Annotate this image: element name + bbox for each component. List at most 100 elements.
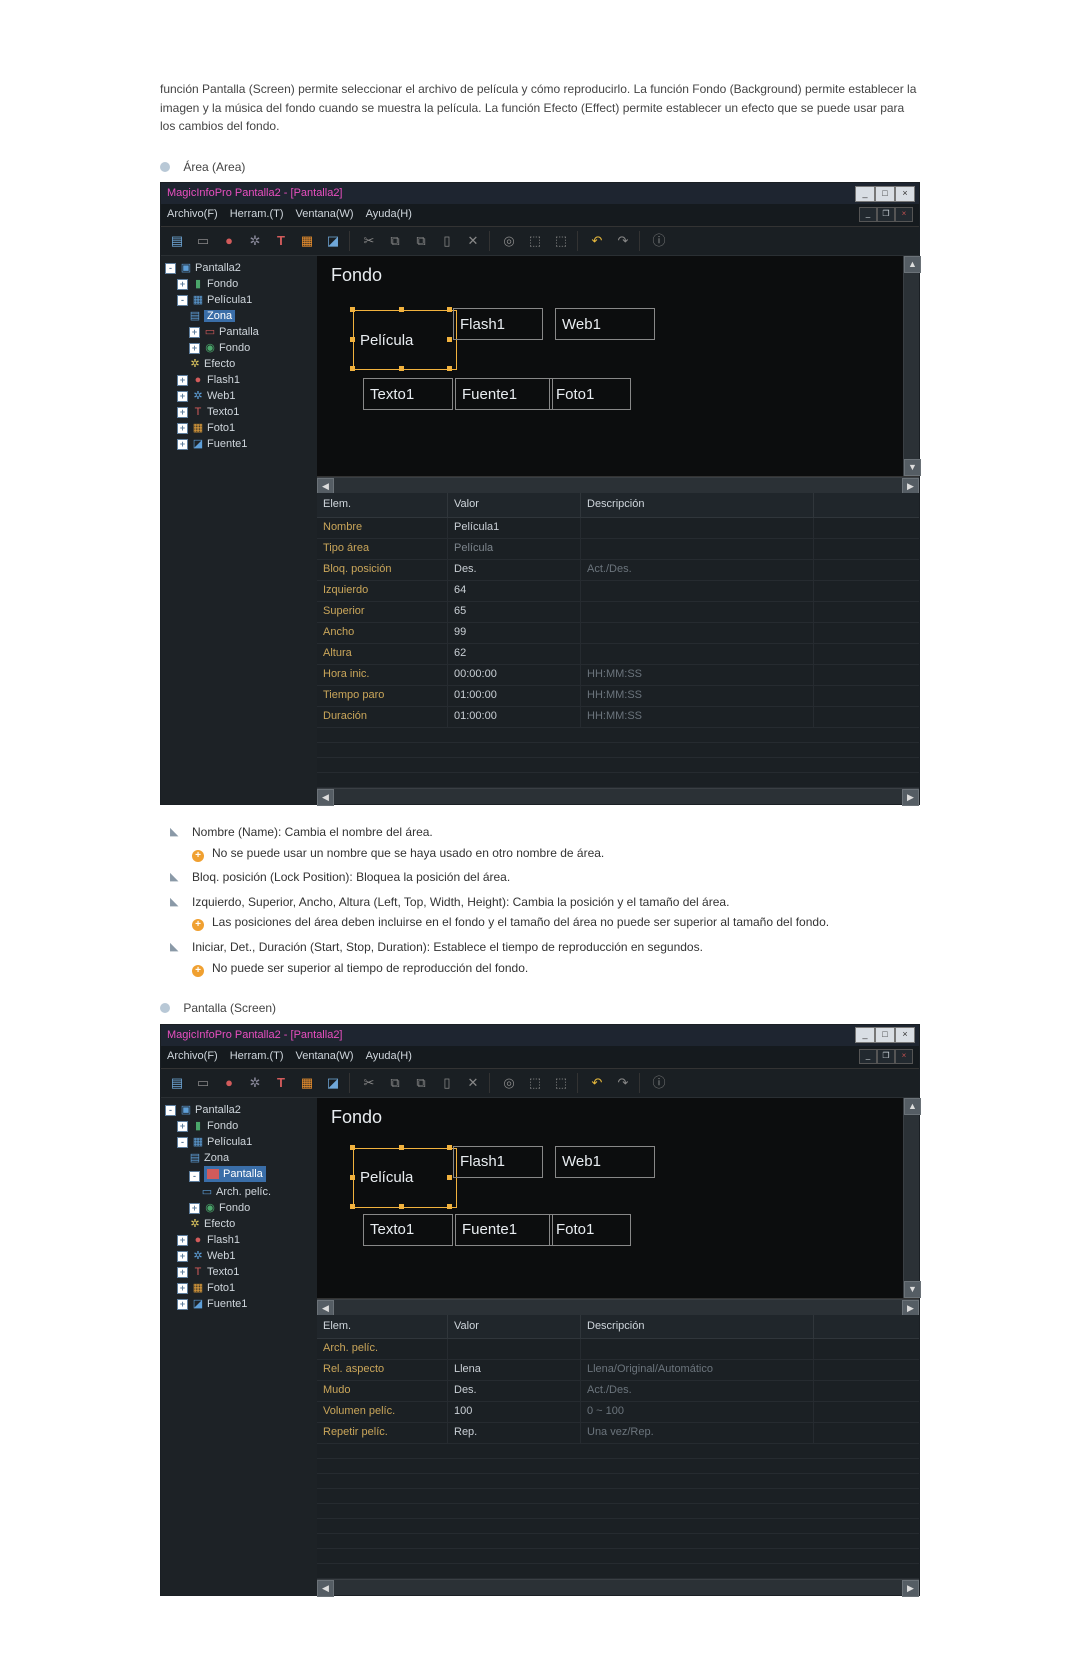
tool-text-icon[interactable]: T [269,1072,293,1094]
canvas-box-texto1[interactable]: Texto1 [363,378,453,410]
grid-row[interactable]: Volumen pelíc.1000 ~ 100 [317,1402,919,1423]
menu-file[interactable]: Archivo(F) [167,206,218,223]
grid-row[interactable]: MudoDes.Act./Des. [317,1381,919,1402]
mdi-close-button[interactable]: × [895,207,913,222]
tree-item[interactable]: +◪Fuente1 [165,436,315,452]
scroll-up-icon[interactable]: ▲ [904,1098,921,1115]
canvas-box-fuente1[interactable]: Fuente1 [455,378,553,410]
scroll-right-icon[interactable]: ▶ [902,789,919,806]
window-min-button[interactable]: _ [855,186,875,202]
tool-gear-icon[interactable]: ✲ [243,230,267,252]
canvas-box-pelicula[interactable]: Película [353,1148,457,1208]
tool-bringfront-icon[interactable]: ⬚ [523,1072,547,1094]
window-close-button[interactable]: × [895,1027,915,1043]
mdi-close-button[interactable]: × [895,1049,913,1064]
tree-item[interactable]: +TTexto1 [165,404,315,420]
tool-monitor-icon[interactable]: ▭ [191,230,215,252]
tree-item[interactable]: ▭Arch. pelíc. [165,1184,315,1200]
grid-row[interactable]: Bloq. posiciónDes.Act./Des. [317,560,919,581]
tool-record-icon[interactable]: ● [217,230,241,252]
tree-item[interactable]: +▦Foto1 [165,420,315,436]
mdi-min-button[interactable]: _ [859,207,877,222]
canvas-box-flash1[interactable]: Flash1 [453,308,543,340]
tree-item[interactable]: -▦Película1 [165,292,315,308]
canvas-box-fuente1[interactable]: Fuente1 [455,1214,553,1246]
menu-file[interactable]: Archivo(F) [167,1048,218,1065]
tree-item[interactable]: -▣Pantalla2 [165,1102,315,1118]
grid-row[interactable]: Arch. pelíc. [317,1339,919,1360]
tool-paste-icon[interactable]: ⧉ [409,230,433,252]
tree-item-selected[interactable]: -Pantalla [165,1166,315,1184]
tool-delete-icon[interactable]: ✕ [461,230,485,252]
scrollbar-vertical[interactable]: ▲ ▼ [903,256,919,476]
tool-cut-icon[interactable]: ✂ [357,1072,381,1094]
tool-delete-icon[interactable]: ✕ [461,1072,485,1094]
tree-item-selected[interactable]: ▤Zona [165,308,315,324]
tool-target-icon[interactable]: ◎ [497,230,521,252]
grid-row[interactable]: NombrePelícula1 [317,518,919,539]
tool-clipboard-icon[interactable]: ▯ [435,1072,459,1094]
window-max-button[interactable]: □ [875,1027,895,1043]
scrollbar-horizontal[interactable]: ◀ ▶ [317,477,919,493]
tree-item[interactable]: +◉Fondo [165,1200,315,1216]
grid-row[interactable]: Repetir pelíc.Rep.Una vez/Rep. [317,1423,919,1444]
tool-photo-icon[interactable]: ▦ [295,1072,319,1094]
tool-redo-icon[interactable]: ↷ [611,230,635,252]
grid-scrollbar[interactable]: ◀ ▶ [317,788,919,804]
tree-item[interactable]: +▮Fondo [165,276,315,292]
tree-item[interactable]: +●Flash1 [165,1232,315,1248]
menu-window[interactable]: Ventana(W) [296,206,354,223]
tool-photo-icon[interactable]: ▦ [295,230,319,252]
tool-target-icon[interactable]: ◎ [497,1072,521,1094]
tool-bringfront-icon[interactable]: ⬚ [523,230,547,252]
window-max-button[interactable]: □ [875,186,895,202]
tree-item[interactable]: ✲Efecto [165,1216,315,1232]
tree-item[interactable]: +◪Fuente1 [165,1296,315,1312]
tool-sendback-icon[interactable]: ⬚ [549,1072,573,1094]
tree-item[interactable]: -▦Película1 [165,1134,315,1150]
scrollbar-vertical[interactable]: ▲ ▼ [903,1098,919,1298]
mdi-max-button[interactable]: ❐ [877,207,895,222]
tool-gear-icon[interactable]: ✲ [243,1072,267,1094]
grid-row[interactable]: Tipo áreaPelícula [317,539,919,560]
tree-item[interactable]: -▣Pantalla2 [165,260,315,276]
scroll-down-icon[interactable]: ▼ [904,1281,921,1298]
grid-row[interactable]: Duración01:00:00HH:MM:SS [317,707,919,728]
canvas-box-web1[interactable]: Web1 [555,1146,655,1178]
menu-help[interactable]: Ayuda(H) [366,1048,412,1065]
canvas-box-web1[interactable]: Web1 [555,308,655,340]
scroll-left-icon[interactable]: ◀ [317,789,334,806]
tool-layout-icon[interactable]: ▤ [165,1072,189,1094]
canvas-box-flash1[interactable]: Flash1 [453,1146,543,1178]
tree-item[interactable]: +▮Fondo [165,1118,315,1134]
canvas-box-pelicula[interactable]: Película [353,310,457,370]
grid-row[interactable]: Rel. aspectoLlenaLlena/Original/Automáti… [317,1360,919,1381]
grid-row[interactable]: Hora inic.00:00:00HH:MM:SS [317,665,919,686]
tool-info-icon[interactable]: ⓘ [647,230,671,252]
tool-sendback-icon[interactable]: ⬚ [549,230,573,252]
grid-row[interactable]: Superior65 [317,602,919,623]
tree-item[interactable]: +TTexto1 [165,1264,315,1280]
tree-item[interactable]: +✲Web1 [165,388,315,404]
tool-source-icon[interactable]: ◪ [321,230,345,252]
menu-help[interactable]: Ayuda(H) [366,206,412,223]
grid-scrollbar[interactable]: ◀ ▶ [317,1579,919,1595]
menu-tools[interactable]: Herram.(T) [230,1048,284,1065]
scroll-right-icon[interactable]: ▶ [902,1580,919,1597]
window-close-button[interactable]: × [895,186,915,202]
tool-info-icon[interactable]: ⓘ [647,1072,671,1094]
tool-record-icon[interactable]: ● [217,1072,241,1094]
tool-undo-icon[interactable]: ↶ [585,1072,609,1094]
scroll-up-icon[interactable]: ▲ [904,256,921,273]
grid-row[interactable]: Ancho99 [317,623,919,644]
tool-monitor-icon[interactable]: ▭ [191,1072,215,1094]
window-min-button[interactable]: _ [855,1027,875,1043]
menu-window[interactable]: Ventana(W) [296,1048,354,1065]
tool-clipboard-icon[interactable]: ▯ [435,230,459,252]
scroll-left-icon[interactable]: ◀ [317,1580,334,1597]
canvas-box-foto1[interactable]: Foto1 [549,378,631,410]
grid-row[interactable]: Altura62 [317,644,919,665]
tool-copy-icon[interactable]: ⧉ [383,1072,407,1094]
layout-canvas[interactable]: Fondo Película Flash1 Web1 Texto1 Fuente… [317,1098,919,1299]
tool-paste-icon[interactable]: ⧉ [409,1072,433,1094]
